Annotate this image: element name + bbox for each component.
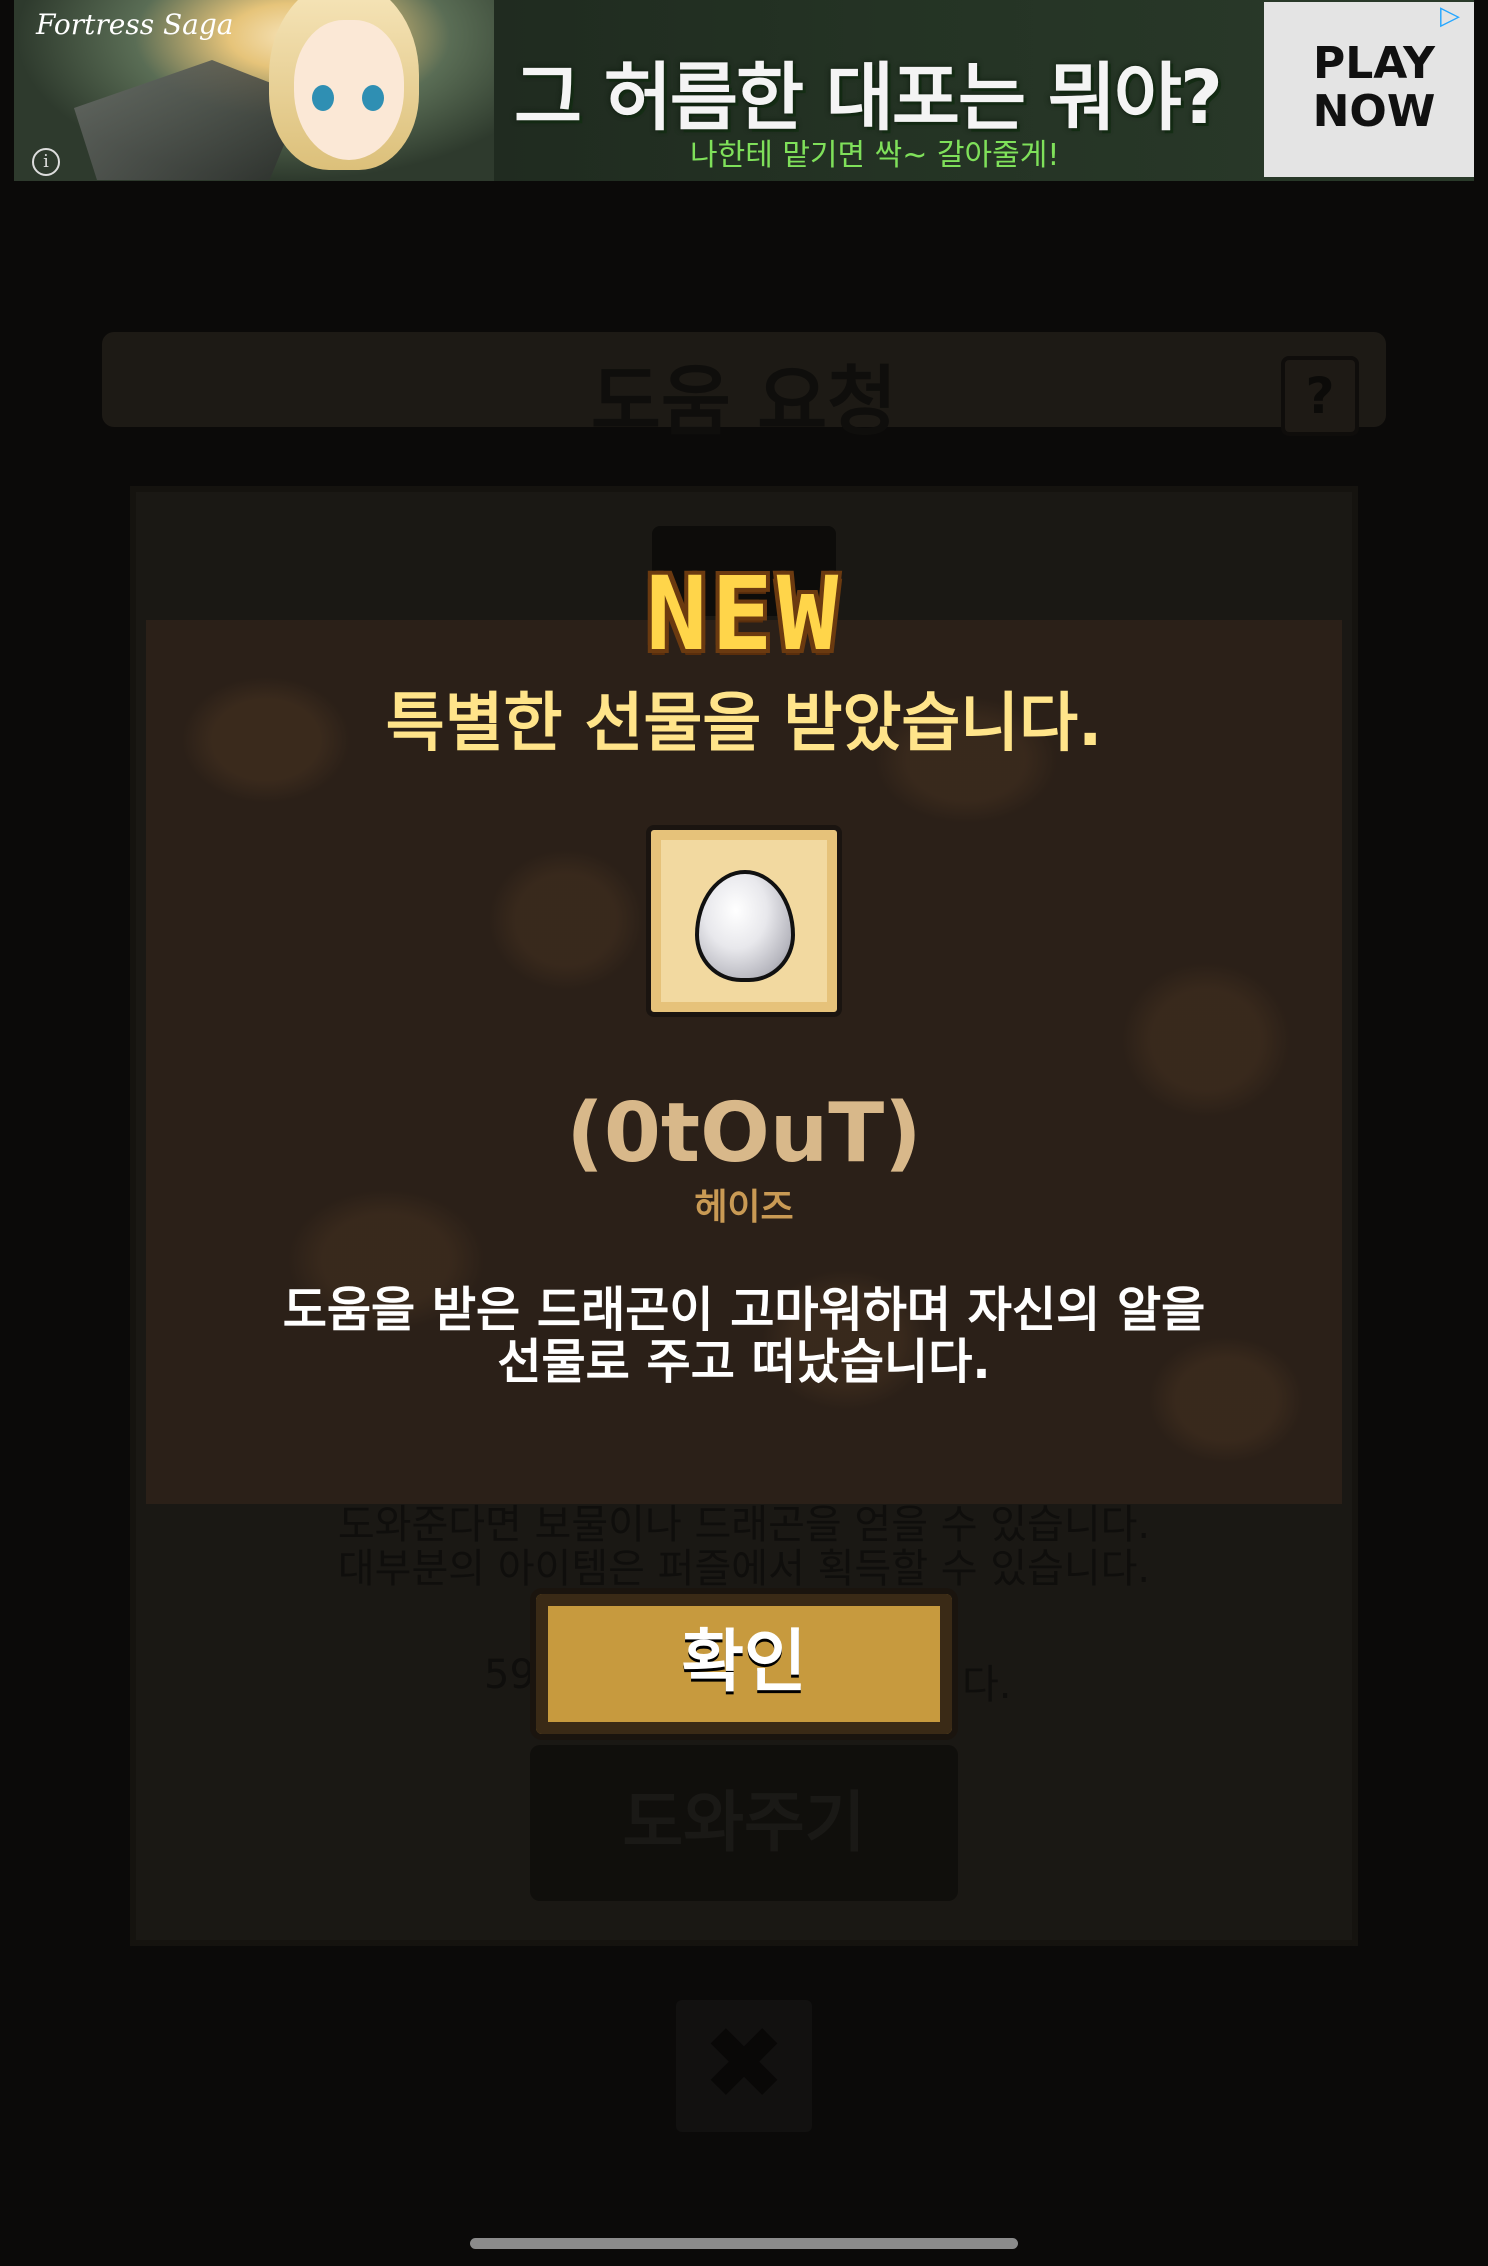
confirm-button-label: 확인 [681, 1623, 807, 1702]
info-icon[interactable]: i [32, 148, 60, 176]
popup-description-line-2: 선물로 주고 떠났습니다. [497, 1334, 991, 1390]
home-indicator[interactable] [470, 2238, 1018, 2249]
new-badge: NEW [645, 555, 843, 674]
ad-subline: 나한테 맡기면 싹~ 갈아줄게! [690, 138, 1060, 173]
item-frame [646, 825, 842, 1017]
help-button[interactable]: 도와주기 [530, 1745, 958, 1901]
ad-logo: Fortress Saga [36, 8, 234, 41]
background-counter-suffix: 다. [962, 1662, 1012, 1708]
ad-headline: 그 허름한 대포는 뭐야? [514, 55, 1223, 141]
dragon-egg-icon [695, 870, 795, 982]
background-hint-2: 대부분의 아이템은 퍼즐에서 획득할 수 있습니다. [337, 1546, 1151, 1592]
close-icon[interactable]: ✖ [676, 2000, 812, 2132]
confirm-button[interactable]: 확인 [530, 1588, 958, 1740]
adchoices-icon[interactable]: ▷ [1434, 2, 1466, 32]
item-name: (0tOuT) [566, 1086, 922, 1181]
popup-title: 특별한 선물을 받았습니다. [385, 687, 1103, 761]
background-title: 도움 요청 [590, 357, 898, 446]
item-type: 헤이즈 [694, 1187, 794, 1228]
help-icon[interactable]: ? [1281, 356, 1359, 436]
background-counter: 59 [484, 1652, 535, 1698]
ad-banner[interactable]: Fortress Saga i 그 허름한 대포는 뭐야? 나한테 맡기면 싹~… [14, 0, 1474, 181]
